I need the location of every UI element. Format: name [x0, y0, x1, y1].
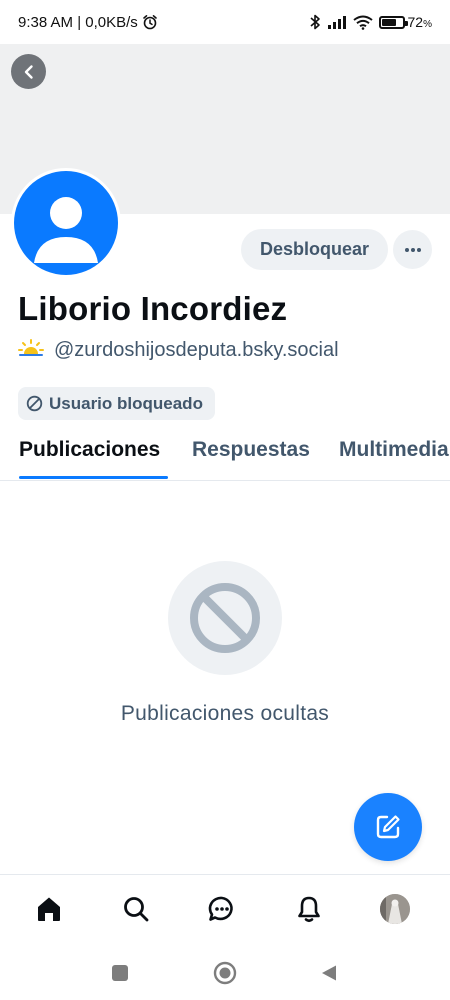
tab-publicaciones[interactable]: Publicaciones — [19, 438, 160, 462]
nav-search[interactable] — [118, 891, 154, 927]
back-system-button[interactable] — [316, 960, 342, 986]
nav-home[interactable] — [31, 891, 67, 927]
compose-button[interactable] — [354, 793, 422, 861]
status-right: 72% — [309, 13, 432, 31]
status-left: 9:38 AM | 0,0KB/s — [18, 14, 158, 31]
avatar-border — [11, 168, 121, 278]
more-options-button[interactable] — [393, 230, 432, 269]
back-button[interactable] — [11, 54, 46, 89]
empty-state-icon-circle — [168, 561, 282, 675]
battery-value: 72 — [407, 14, 424, 30]
nav-profile[interactable] — [377, 891, 413, 927]
handle-text: @zurdoshijosdeputa.bsky.social — [54, 338, 339, 361]
recents-button[interactable] — [107, 960, 133, 986]
default-user-icon — [34, 197, 98, 263]
blocked-label: Usuario bloqueado — [49, 393, 203, 413]
back-triangle-icon — [322, 965, 336, 981]
home-icon — [38, 897, 60, 921]
compose-icon — [376, 815, 400, 839]
empty-state-text: Publicaciones ocultas — [120, 702, 330, 725]
home-circle-icon — [213, 961, 237, 985]
recents-icon — [112, 965, 128, 981]
block-icon — [26, 395, 43, 412]
active-tab-indicator — [19, 476, 168, 479]
search-icon — [124, 897, 149, 922]
avatar[interactable] — [14, 171, 118, 275]
tab-multimedia[interactable]: Multimedia — [339, 438, 449, 462]
battery-body — [378, 15, 408, 29]
bottom-navigation — [0, 874, 450, 946]
sun-emoji-icon — [18, 338, 44, 362]
home-system-button[interactable] — [212, 960, 238, 986]
alarm-icon — [142, 14, 158, 30]
bluetooth-icon — [309, 13, 321, 31]
tab-respuestas[interactable]: Respuestas — [192, 438, 310, 462]
handle-row: @zurdoshijosdeputa.bsky.social — [18, 338, 339, 362]
battery-fill — [381, 18, 396, 26]
nav-notifications[interactable] — [291, 891, 327, 927]
battery-icon: 72% — [378, 14, 432, 30]
unblock-button[interactable]: Desbloquear — [241, 229, 388, 270]
display-name: Liborio Incordiez — [18, 290, 288, 327]
profile-avatar — [380, 894, 410, 924]
chevron-left-icon — [24, 64, 33, 79]
battery-cap — [404, 20, 408, 26]
battery-percent: 72% — [408, 14, 432, 30]
status-bar: 9:38 AM | 0,0KB/s 72% — [0, 0, 450, 44]
bell-icon — [298, 896, 320, 923]
battery-unit: % — [423, 19, 432, 30]
system-navigation — [0, 946, 450, 1000]
blocked-badge: Usuario bloqueado — [18, 387, 215, 420]
profile-tabs: Publicaciones Respuestas Multimedia — [0, 430, 450, 481]
status-time: 9:38 AM | 0,0KB/s — [18, 13, 138, 31]
chat-icon — [208, 896, 233, 921]
more-horizontal-icon — [404, 247, 421, 252]
signal-icon — [327, 15, 347, 29]
nav-chat[interactable] — [204, 891, 240, 927]
wifi-icon — [352, 15, 373, 30]
blocked-icon — [190, 583, 260, 653]
